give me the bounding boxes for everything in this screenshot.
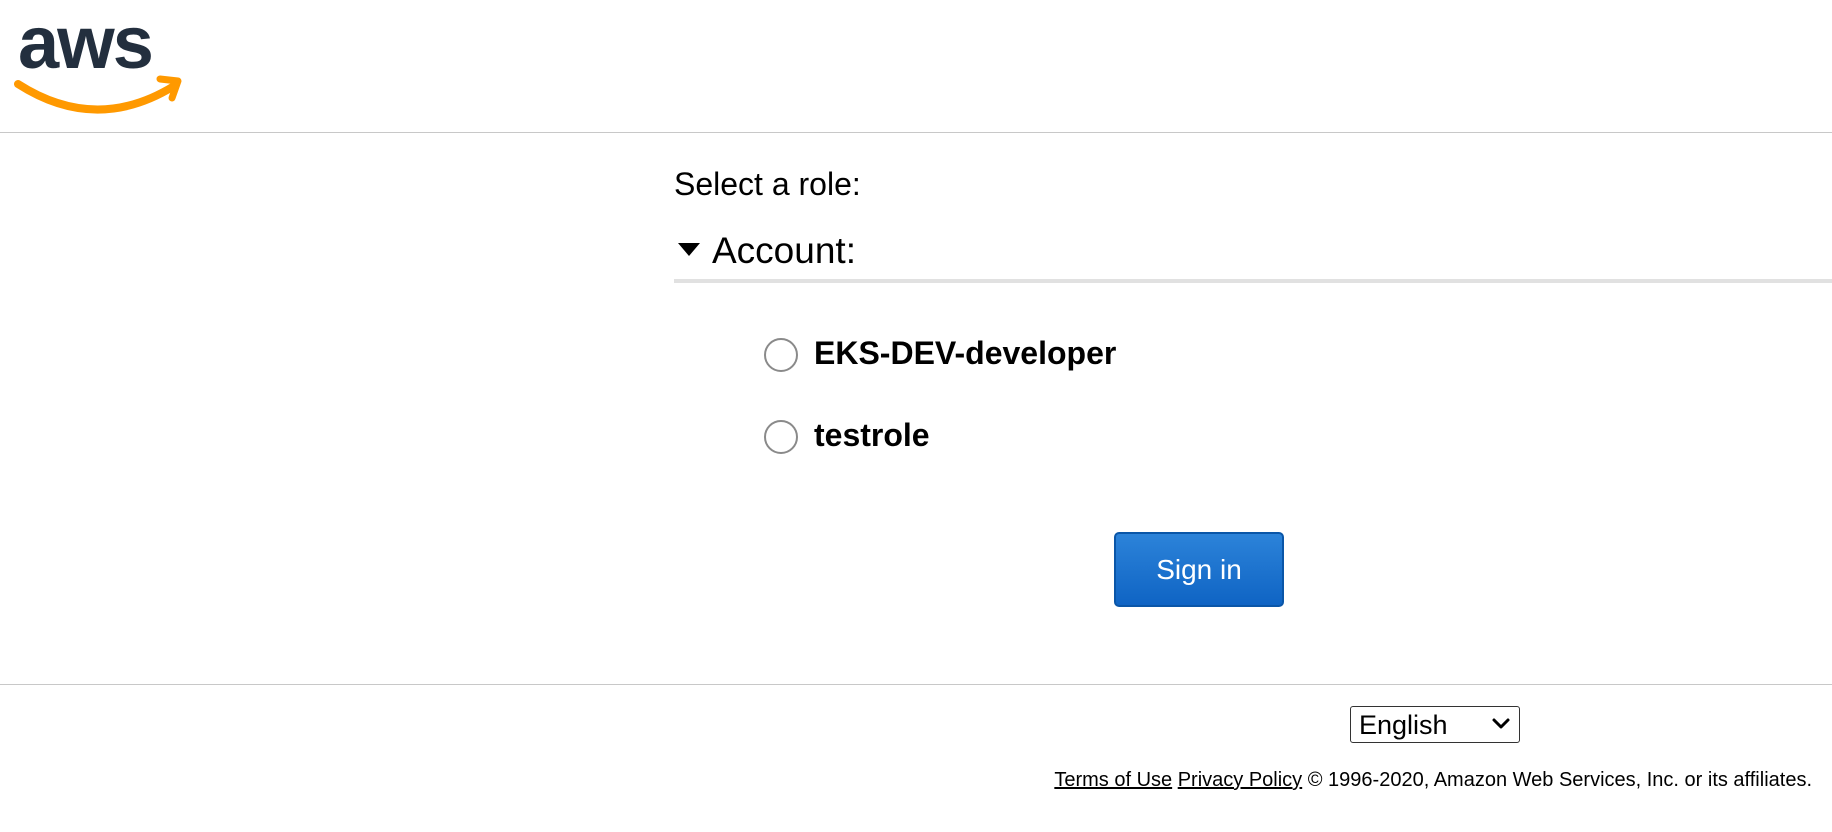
sign-in-button[interactable]: Sign in [1114,532,1284,607]
role-label: EKS-DEV-developer [814,335,1117,371]
terms-of-use-link[interactable]: Terms of Use [1054,769,1172,791]
chevron-down-icon [1492,718,1510,729]
aws-logo-icon: aws [14,6,182,114]
role-label: testrole [814,417,930,453]
language-select[interactable]: English [1350,706,1520,743]
footer-links: Terms of Use Privacy Policy © 1996-2020,… [1054,768,1812,792]
account-label: Account: [712,230,856,271]
radio-button[interactable] [764,338,798,372]
svg-text:aws: aws [18,6,152,84]
copyright-text: © 1996-2020, Amazon Web Services, Inc. o… [1307,769,1812,791]
footer-divider [0,684,1832,685]
privacy-policy-link[interactable]: Privacy Policy [1178,769,1302,791]
language-selected: English [1359,710,1448,740]
caret-down-icon [678,243,700,256]
select-role-heading: Select a role: [674,166,861,202]
radio-button[interactable] [764,420,798,454]
account-expander[interactable]: Account: [674,229,1832,283]
header: aws [0,0,1832,133]
